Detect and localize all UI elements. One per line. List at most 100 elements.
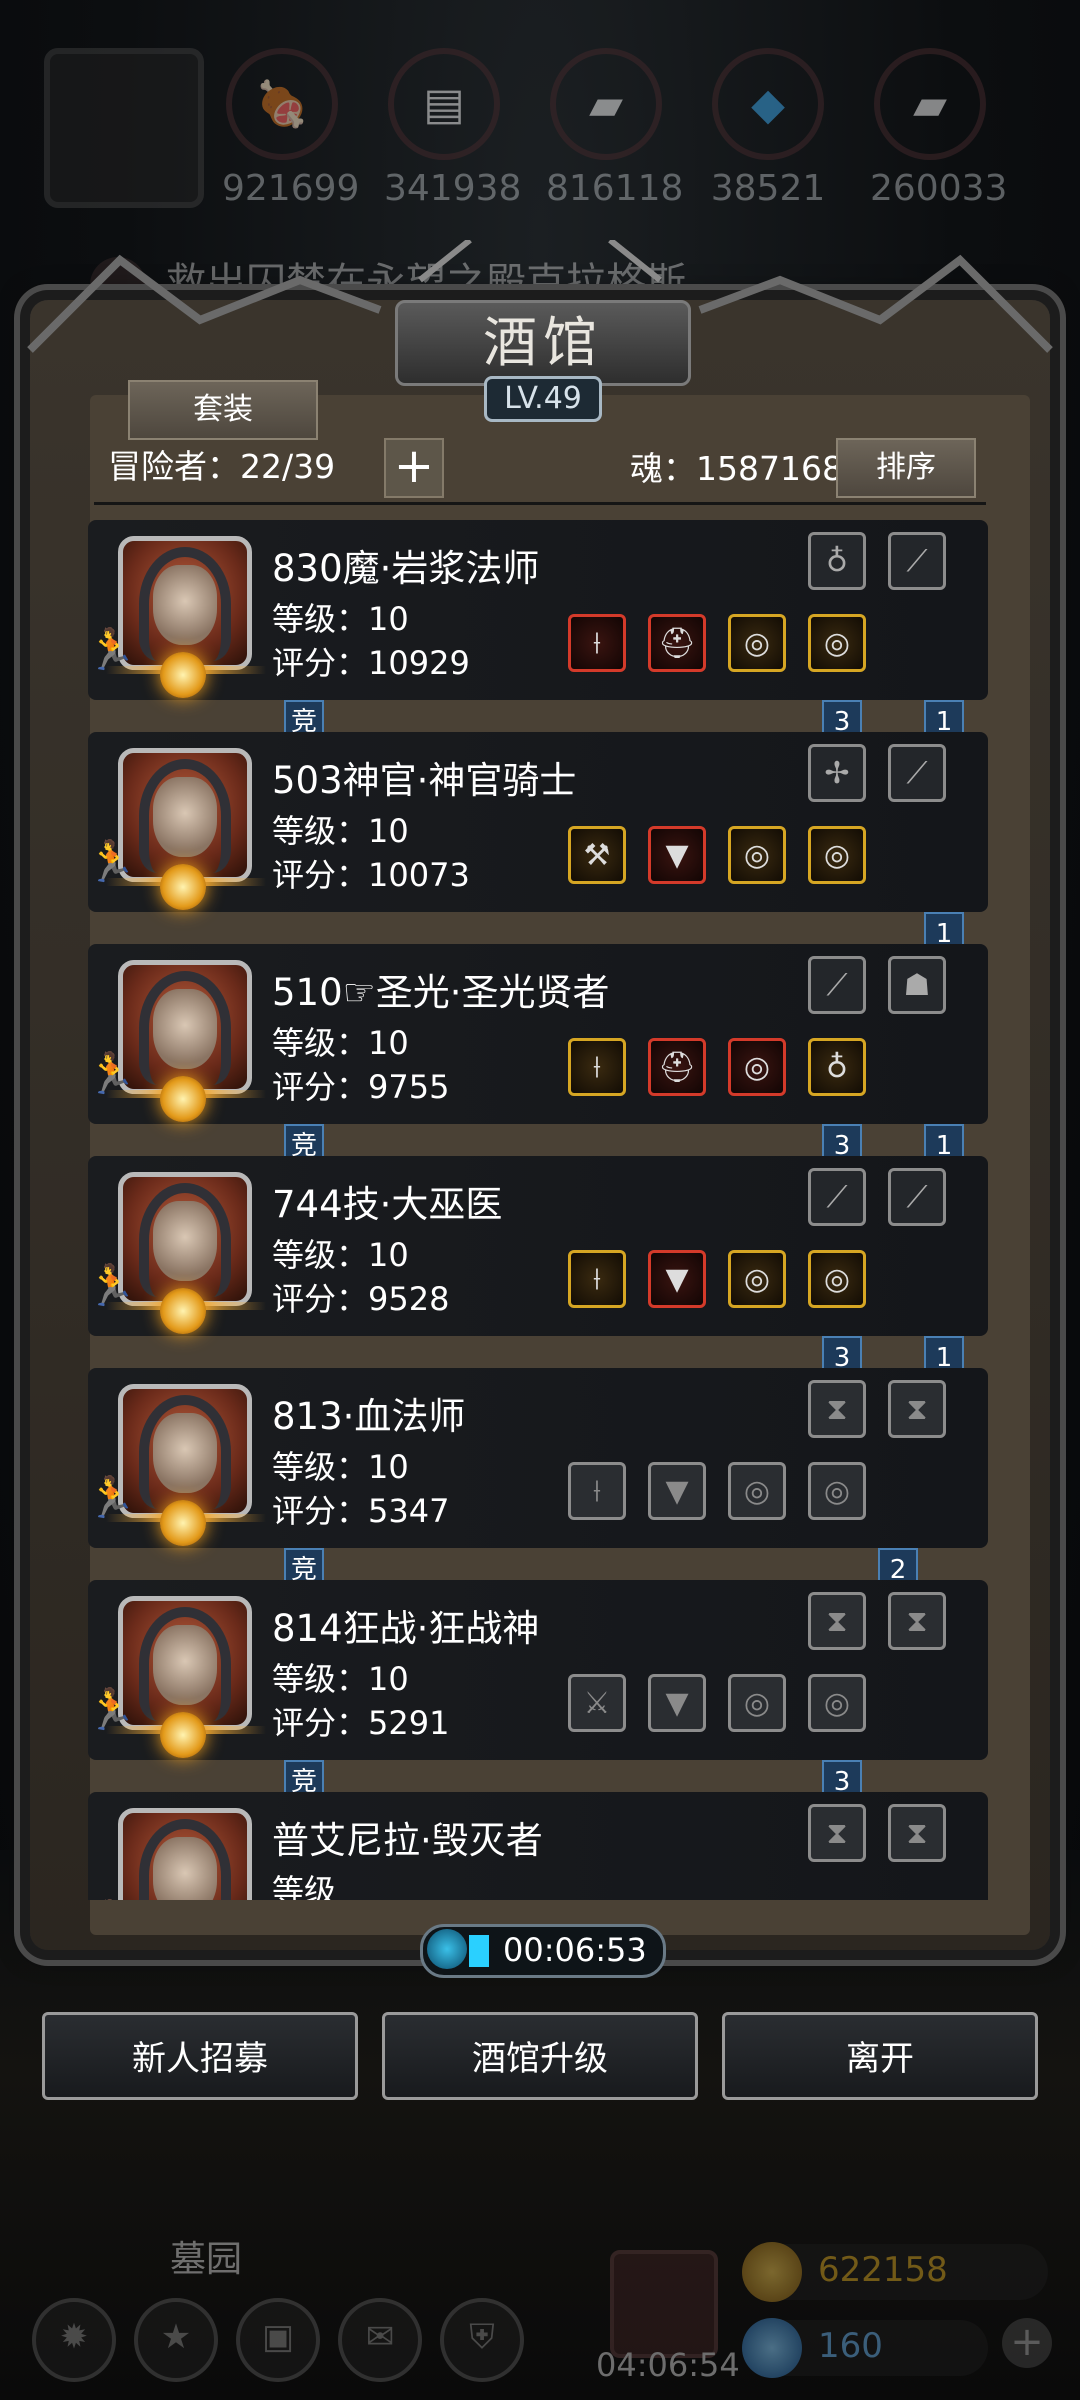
empty-slot-icon[interactable]: ⧗ — [808, 1592, 866, 1650]
runner-icon: 🏃 — [88, 1051, 136, 1097]
resource-value: 816118 — [546, 168, 684, 209]
hero-name: 510☞圣光·圣光贤者 — [272, 971, 610, 1014]
hero-card[interactable]: 🏃 503神官·神官骑士 等级：10 评分：10073 ✢ ⟋ ⚒ ▼ ◎ ◎ — [88, 732, 988, 912]
resource-value: 260033 — [870, 168, 1008, 209]
settings-icon[interactable]: ✹ — [32, 2298, 116, 2382]
crystal-icon: ◆ — [712, 48, 824, 160]
hero-portrait[interactable] — [118, 1808, 252, 1900]
helmet-icon[interactable]: ⛑ — [648, 1038, 706, 1096]
hero-name: 普艾尼拉·毁灭者 — [272, 1819, 543, 1862]
iron-icon: ▰ — [550, 48, 662, 160]
empty-slot-icon[interactable]: ⧗ — [888, 1592, 946, 1650]
hero-score: 评分：5291 — [272, 1704, 450, 1742]
hero-portrait[interactable] — [118, 748, 252, 882]
sword-icon[interactable]: ⟋ — [808, 956, 866, 1014]
ring-icon[interactable]: ◎ — [728, 1462, 786, 1520]
armor-icon[interactable]: ▼ — [648, 1462, 706, 1520]
ring-icon[interactable]: ◎ — [728, 1674, 786, 1732]
graveyard-label[interactable]: 墓园 — [170, 2230, 242, 2282]
runner-icon: 🏃 — [88, 1263, 136, 1309]
gold-display: 622158 — [742, 2242, 1048, 2302]
hammer-icon[interactable]: ⚒ — [568, 826, 626, 884]
necklace-icon[interactable]: ♁ — [808, 1038, 866, 1096]
empty-slot-icon[interactable]: ⧗ — [888, 1380, 946, 1438]
hero-card[interactable]: 🏃 814狂战·狂战神 等级：10 评分：5291 ⧗ ⧗ ⚔ ▼ ◎ ◎ — [88, 1580, 988, 1760]
meat-icon: 🍖 — [226, 48, 338, 160]
tavern-refresh-timer: 00:06:53 — [420, 1924, 666, 1978]
empty-slot-icon[interactable]: ⧗ — [808, 1804, 866, 1862]
hero-portrait[interactable] — [118, 1172, 252, 1306]
shield-icon[interactable]: ⛨ — [440, 2298, 524, 2382]
staff-icon[interactable]: ⟊ — [568, 1462, 626, 1520]
hero-name: 503神官·神官骑士 — [272, 759, 577, 802]
hero-level: 等级 — [272, 1872, 337, 1900]
hero-level: 等级：10 — [272, 1236, 409, 1274]
staff-icon[interactable]: ⟊ — [568, 1038, 626, 1096]
gem-display: 160 — [742, 2318, 988, 2378]
bow-icon[interactable]: ⟋ — [888, 532, 946, 590]
hero-hood — [139, 759, 231, 873]
empty-slot-icon[interactable]: ⧗ — [888, 1804, 946, 1862]
wood-icon: ▤ — [388, 48, 500, 160]
leave-button[interactable]: 离开 — [722, 2012, 1038, 2100]
resource-value: 38521 — [710, 168, 826, 209]
hero-card[interactable]: 🏃 普艾尼拉·毁灭者等级 ⧗ ⧗ — [88, 1792, 988, 1900]
add-slot-button[interactable]: + — [384, 438, 444, 498]
ring-icon[interactable]: ◎ — [808, 1674, 866, 1732]
upgrade-tavern-button[interactable]: 酒馆升级 — [382, 2012, 698, 2100]
hero-name: 813·血法师 — [272, 1395, 466, 1438]
suit-button[interactable]: 套装 — [128, 380, 318, 440]
hero-score: 评分：10929 — [272, 644, 470, 682]
axe-icon[interactable]: ⚔ — [568, 1674, 626, 1732]
helmet-icon[interactable]: ⛑ — [648, 614, 706, 672]
hero-hood — [139, 1607, 231, 1721]
hero-card[interactable]: 🏃 813·血法师 等级：10 评分：5347 ⧗ ⧗ ⟊ ▼ ◎ ◎ — [88, 1368, 988, 1548]
hero-card[interactable]: 🏃 744技·大巫医 等级：10 评分：9528 ⟋ ⟋ ⟊ ▼ ◎ ◎ — [88, 1156, 988, 1336]
ring-icon[interactable]: ◎ — [808, 1462, 866, 1520]
crossbow-icon[interactable]: ✢ — [808, 744, 866, 802]
necklace-icon[interactable]: ♁ — [808, 532, 866, 590]
armor-icon[interactable]: ▼ — [648, 1674, 706, 1732]
gift-icon[interactable] — [610, 2250, 718, 2358]
hero-hood — [139, 971, 231, 1085]
hero-level: 等级：10 — [272, 1660, 409, 1698]
book-icon[interactable]: ▣ — [236, 2298, 320, 2382]
hero-card[interactable]: 🏃 510☞圣光·圣光贤者 等级：10 评分：9755 ⟋ ☗ ⟊ ⛑ ◎ ♁ — [88, 944, 988, 1124]
ring-icon[interactable]: ◎ — [728, 614, 786, 672]
ring-icon[interactable]: ◎ — [728, 1038, 786, 1096]
player-avatar[interactable] — [44, 48, 204, 208]
bow-icon[interactable]: ⟋ — [888, 744, 946, 802]
rank-gem-icon — [160, 1500, 206, 1546]
star-icon[interactable]: ★ — [134, 2298, 218, 2382]
ring-icon[interactable]: ◎ — [808, 1250, 866, 1308]
ring-icon[interactable]: ◎ — [728, 1250, 786, 1308]
resource-bar: 🍖 921699 ▤ 341938 ▰ 816118 ◆ 38521 ▰ 260… — [0, 40, 1080, 210]
ring-icon[interactable]: ◎ — [728, 826, 786, 884]
armor-icon[interactable]: ▼ — [648, 826, 706, 884]
hero-portrait[interactable] — [118, 536, 252, 670]
hero-portrait[interactable] — [118, 1596, 252, 1730]
mail-icon[interactable]: ✉ — [338, 2298, 422, 2382]
sort-button[interactable]: 排序 — [836, 438, 976, 498]
ring-icon[interactable]: ◎ — [808, 826, 866, 884]
bow-icon[interactable]: ⟋ — [808, 1168, 866, 1226]
armor-icon[interactable]: ▼ — [648, 1250, 706, 1308]
mask-icon[interactable]: ☗ — [888, 956, 946, 1014]
bow-icon[interactable]: ⟋ — [888, 1168, 946, 1226]
recruit-button[interactable]: 新人招募 — [42, 2012, 358, 2100]
ring-icon[interactable]: ◎ — [808, 614, 866, 672]
runner-icon: 🏃 — [88, 1475, 136, 1521]
hero-portrait[interactable] — [118, 960, 252, 1094]
bottom-hud: 墓园 ✹ ★ ▣ ✉ ⛨ 04:06:54 622158 160 + — [0, 2220, 1080, 2400]
add-currency-button[interactable]: + — [1002, 2318, 1052, 2368]
staff-icon[interactable]: ⟊ — [568, 1250, 626, 1308]
hero-card[interactable]: 🏃 830魔·岩浆法师 等级：10 评分：10929 ♁ ⟋ ⟊ ⛑ ◎ ◎ — [88, 520, 988, 700]
hero-portrait[interactable] — [118, 1384, 252, 1518]
hero-score: 评分：9755 — [272, 1068, 450, 1106]
hero-list[interactable]: 🏃 830魔·岩浆法师 等级：10 评分：10929 ♁ ⟋ ⟊ ⛑ ◎ ◎ 竞 3 1 🏃 503神官·神… — [88, 520, 988, 1900]
rank-gem-icon — [160, 1288, 206, 1334]
empty-slot-icon[interactable]: ⧗ — [808, 1380, 866, 1438]
resource-stone: ▰ 260033 — [870, 48, 1008, 209]
staff-icon[interactable]: ⟊ — [568, 614, 626, 672]
runner-icon: 🏃 — [88, 839, 136, 885]
